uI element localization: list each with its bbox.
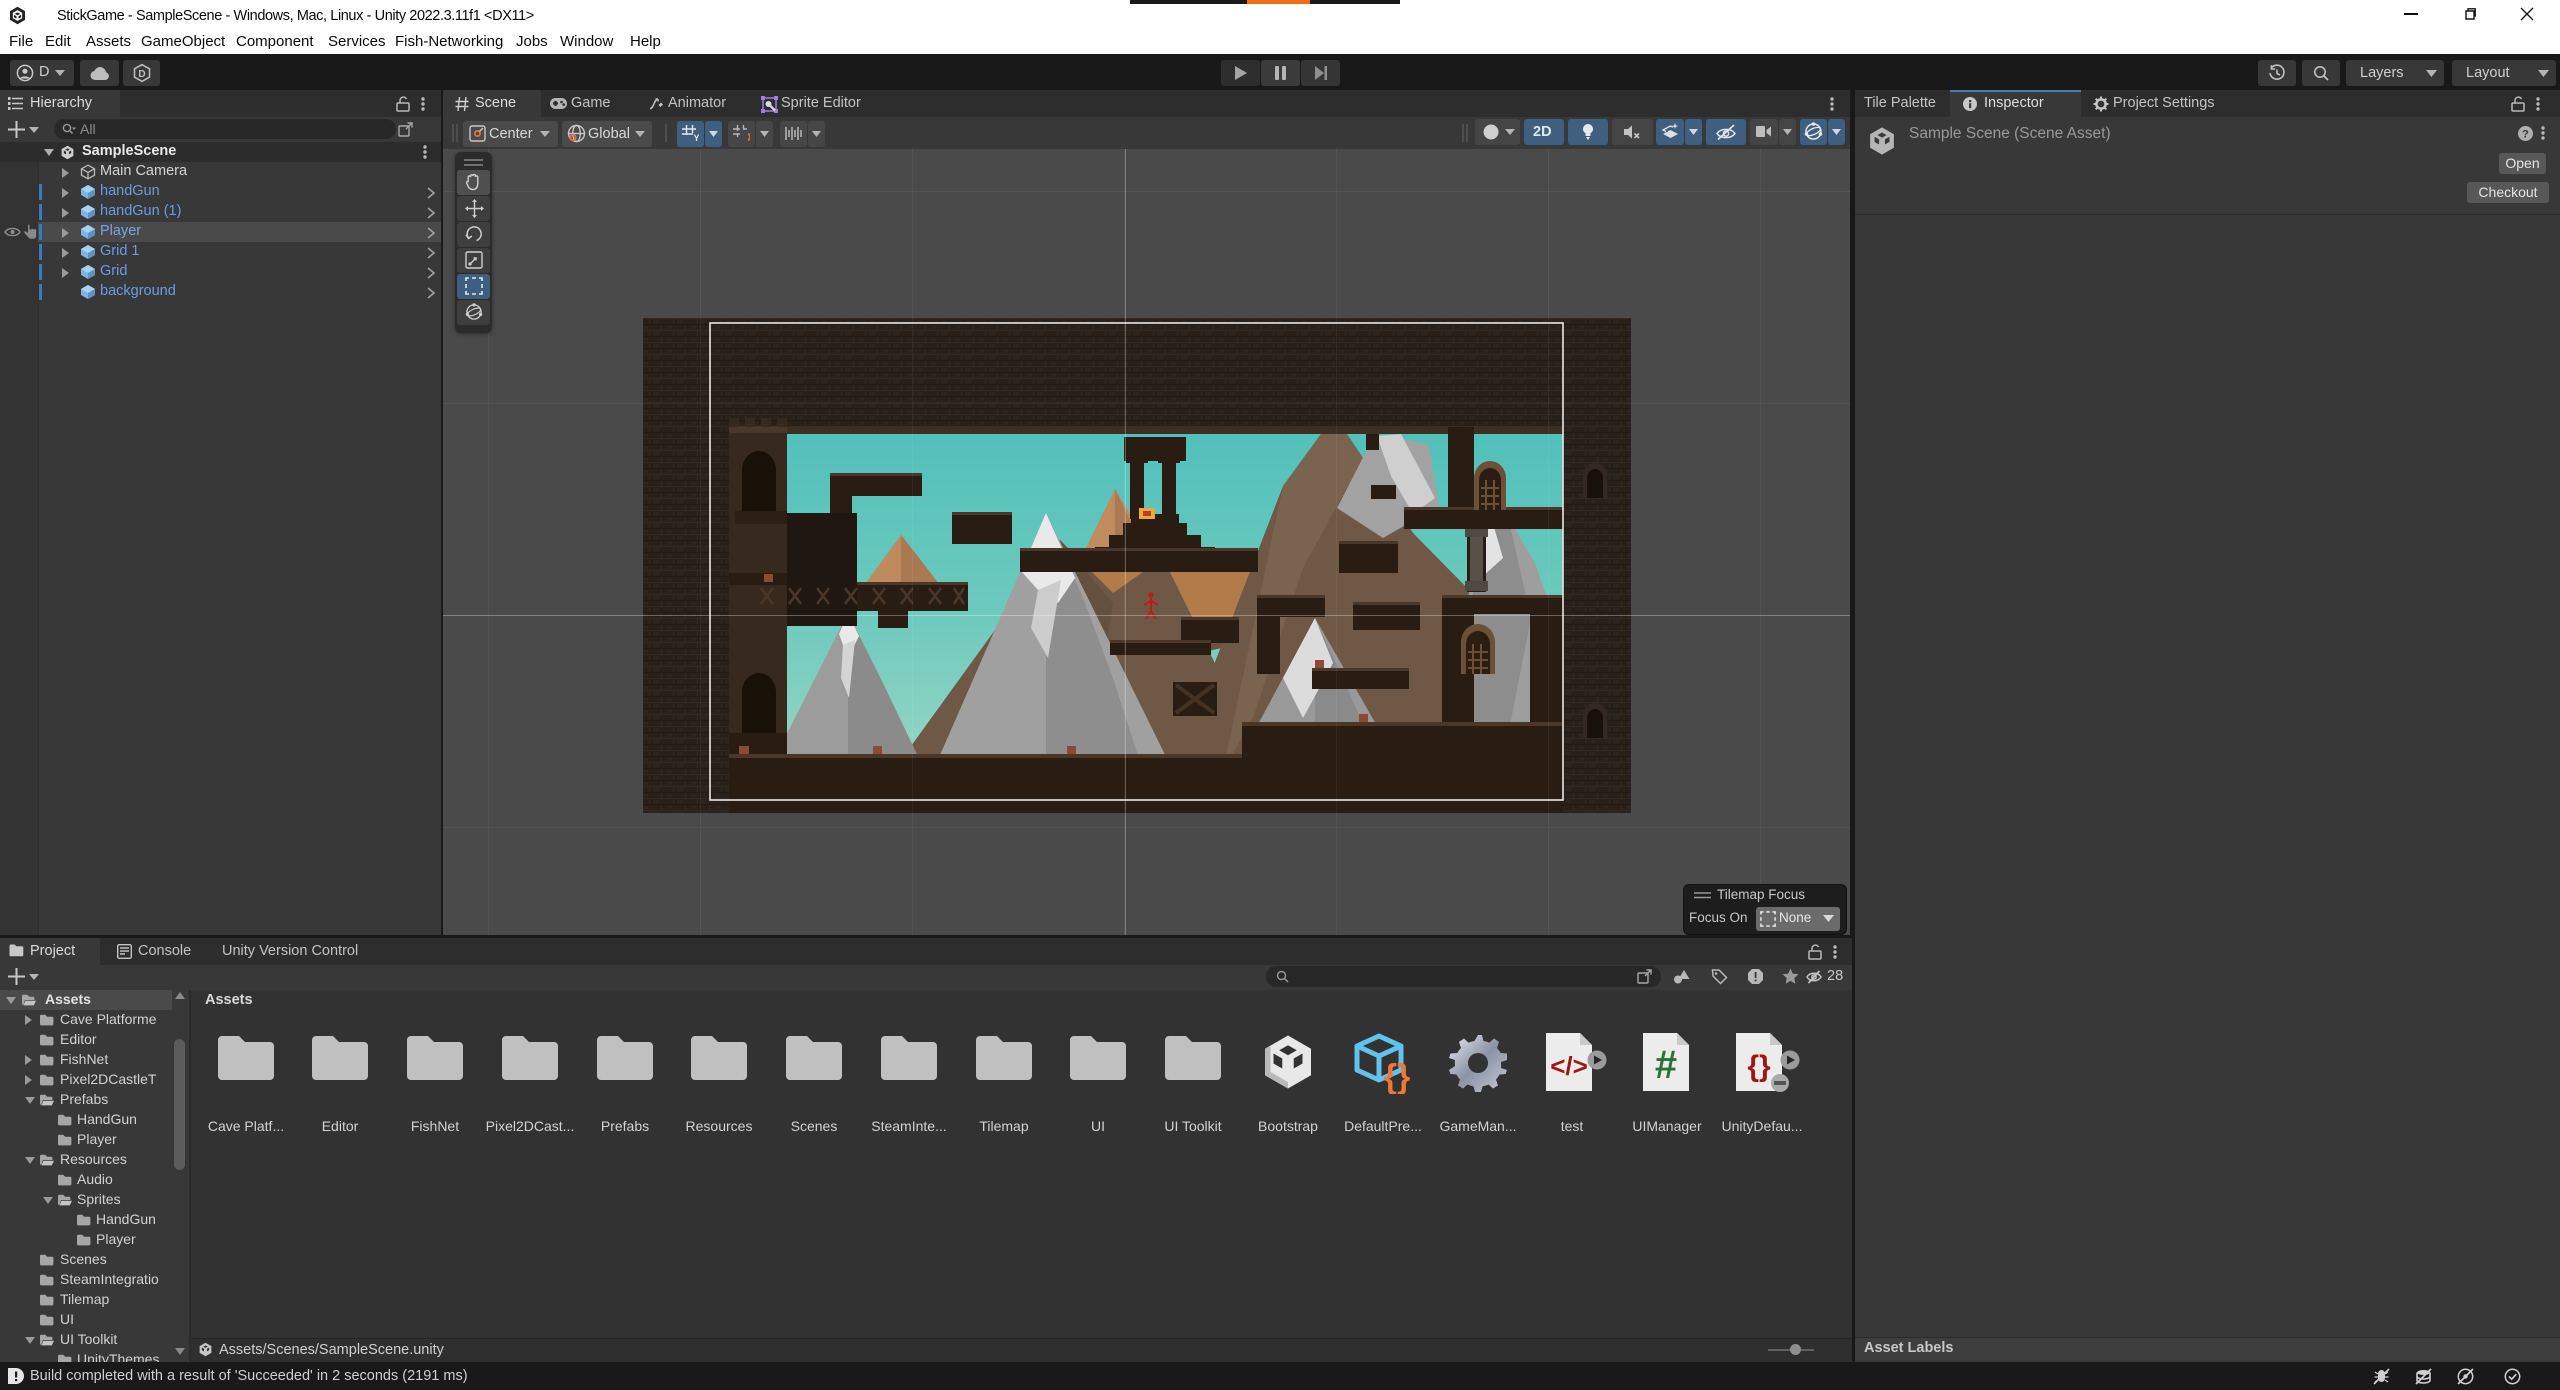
svg-text:{}: {} bbox=[1384, 1058, 1410, 1094]
svg-text:Y: Y bbox=[694, 133, 700, 142]
svg-text:?: ? bbox=[2522, 129, 2529, 141]
svg-text:#: # bbox=[1655, 1043, 1677, 1087]
svg-text:D: D bbox=[138, 69, 145, 80]
svg-text:{}: {} bbox=[1747, 1050, 1771, 1083]
svg-text:</>: </> bbox=[1550, 1051, 1588, 1081]
